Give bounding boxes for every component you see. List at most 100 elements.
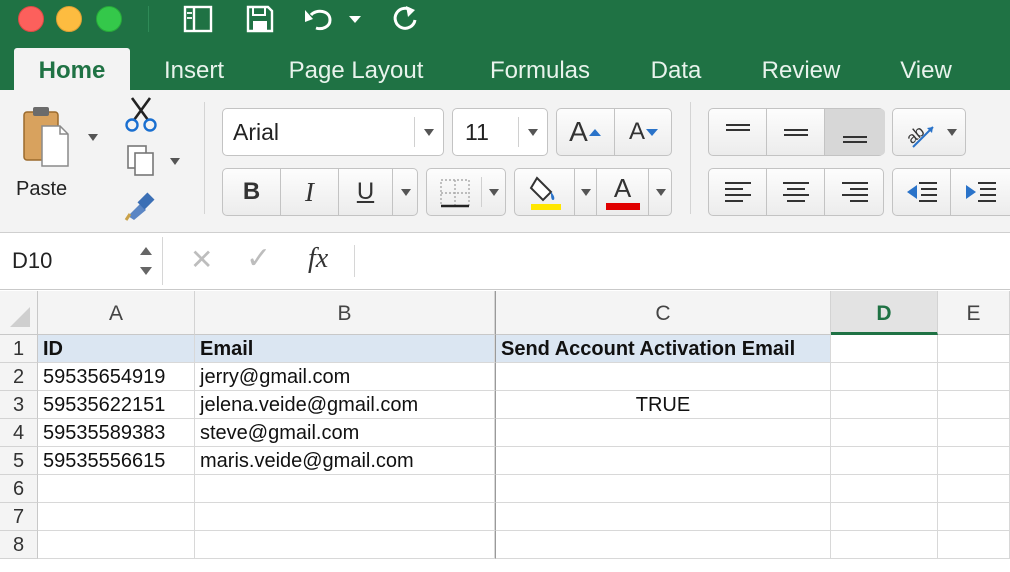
fill-color-dropdown[interactable]	[575, 169, 597, 215]
font-color-dropdown[interactable]	[649, 169, 673, 215]
increase-indent-button[interactable]	[951, 169, 1010, 215]
cell-e1[interactable]	[938, 335, 1010, 363]
borders-button[interactable]	[426, 168, 506, 216]
cell-d5[interactable]	[831, 447, 938, 475]
cell-d4[interactable]	[831, 419, 938, 447]
close-window-button[interactable]	[18, 6, 44, 32]
align-right-button[interactable]	[825, 169, 885, 215]
paste-dropdown-icon[interactable]	[88, 134, 98, 141]
maximize-window-button[interactable]	[96, 6, 122, 32]
cell-a4[interactable]: 59535589383	[38, 419, 195, 447]
column-header-e[interactable]: E	[938, 291, 1010, 335]
cell-c1[interactable]: Send Account Activation Email	[495, 335, 831, 363]
cell-a6[interactable]	[38, 475, 195, 503]
decrease-indent-button[interactable]	[893, 169, 951, 215]
name-box-stepper[interactable]	[138, 241, 154, 281]
cell-b2[interactable]: jerry@gmail.com	[195, 363, 495, 391]
row-header-3[interactable]: 3	[0, 391, 38, 419]
cell-b6[interactable]	[195, 475, 495, 503]
enter-icon[interactable]: ✓	[246, 241, 271, 276]
column-header-d[interactable]: D	[831, 291, 938, 335]
paste-button[interactable]: Paste	[16, 102, 80, 220]
cell-d1[interactable]	[831, 335, 938, 363]
cell-b3[interactable]: jelena.veide@gmail.com	[195, 391, 495, 419]
font-size-select[interactable]: 11	[452, 108, 548, 156]
cut-icon[interactable]	[124, 96, 158, 134]
copy-icon[interactable]	[126, 144, 156, 178]
fill-color-button[interactable]	[515, 169, 575, 215]
column-header-b[interactable]: B	[195, 291, 495, 335]
cell-c6[interactable]	[495, 475, 831, 503]
cell-e7[interactable]	[938, 503, 1010, 531]
tab-page-layout[interactable]: Page Layout	[272, 48, 440, 92]
cell-c7[interactable]	[495, 503, 831, 531]
tab-formulas[interactable]: Formulas	[476, 48, 604, 92]
cell-a1[interactable]: ID	[38, 335, 195, 363]
insert-function-icon[interactable]: fx	[308, 243, 328, 275]
font-color-button[interactable]: A	[597, 169, 649, 215]
column-header-a[interactable]: A	[38, 291, 195, 335]
row-header-4[interactable]: 4	[0, 419, 38, 447]
underline-button[interactable]: U	[339, 169, 393, 215]
italic-button[interactable]: I	[281, 169, 339, 215]
format-painter-icon[interactable]	[124, 190, 158, 222]
cell-e6[interactable]	[938, 475, 1010, 503]
row-header-2[interactable]: 2	[0, 363, 38, 391]
cancel-icon[interactable]: ✕	[190, 243, 213, 276]
tab-review[interactable]: Review	[748, 48, 854, 92]
copy-dropdown-icon[interactable]	[170, 158, 180, 165]
cell-a8[interactable]	[38, 531, 195, 559]
cell-e3[interactable]	[938, 391, 1010, 419]
font-name-select[interactable]: Arial	[222, 108, 444, 156]
underline-dropdown[interactable]	[393, 169, 419, 215]
cell-e5[interactable]	[938, 447, 1010, 475]
cell-d8[interactable]	[831, 531, 938, 559]
increase-font-size-button[interactable]: A	[557, 109, 615, 155]
cell-a3[interactable]: 59535622151	[38, 391, 195, 419]
cell-d2[interactable]	[831, 363, 938, 391]
cell-d3[interactable]	[831, 391, 938, 419]
cell-b8[interactable]	[195, 531, 495, 559]
cell-d6[interactable]	[831, 475, 938, 503]
cell-a2[interactable]: 59535654919	[38, 363, 195, 391]
align-left-button[interactable]	[709, 169, 767, 215]
cell-b4[interactable]: steve@gmail.com	[195, 419, 495, 447]
undo-icon[interactable]	[300, 2, 338, 36]
cell-b5[interactable]: maris.veide@gmail.com	[195, 447, 495, 475]
cell-c5[interactable]	[495, 447, 831, 475]
tab-home[interactable]: Home	[14, 48, 130, 92]
row-header-7[interactable]: 7	[0, 503, 38, 531]
cell-e8[interactable]	[938, 531, 1010, 559]
cell-b7[interactable]	[195, 503, 495, 531]
row-header-6[interactable]: 6	[0, 475, 38, 503]
cell-e2[interactable]	[938, 363, 1010, 391]
tab-insert[interactable]: Insert	[150, 48, 238, 92]
cell-c3[interactable]: TRUE	[495, 391, 831, 419]
align-center-button[interactable]	[767, 169, 825, 215]
bold-button[interactable]: B	[223, 169, 281, 215]
align-top-button[interactable]	[709, 109, 767, 155]
formula-input[interactable]	[366, 243, 996, 277]
select-all-button[interactable]	[0, 291, 38, 335]
redo-icon[interactable]	[388, 2, 422, 36]
cell-c2[interactable]	[495, 363, 831, 391]
row-header-1[interactable]: 1	[0, 335, 38, 363]
tab-view[interactable]: View	[888, 48, 964, 92]
cell-b1[interactable]: Email	[195, 335, 495, 363]
sidebar-toggle-icon[interactable]	[180, 2, 216, 36]
row-header-5[interactable]: 5	[0, 447, 38, 475]
save-icon[interactable]	[242, 2, 278, 36]
cell-a7[interactable]	[38, 503, 195, 531]
row-header-8[interactable]: 8	[0, 531, 38, 559]
cell-a5[interactable]: 59535556615	[38, 447, 195, 475]
orientation-button[interactable]: ab	[892, 108, 966, 156]
align-middle-button[interactable]	[767, 109, 825, 155]
tab-data[interactable]: Data	[640, 48, 712, 92]
decrease-font-size-button[interactable]: A	[615, 109, 673, 155]
cell-e4[interactable]	[938, 419, 1010, 447]
cell-d7[interactable]	[831, 503, 938, 531]
cell-c8[interactable]	[495, 531, 831, 559]
undo-dropdown-icon[interactable]	[346, 2, 364, 36]
cell-c4[interactable]	[495, 419, 831, 447]
column-header-c[interactable]: C	[495, 291, 831, 335]
